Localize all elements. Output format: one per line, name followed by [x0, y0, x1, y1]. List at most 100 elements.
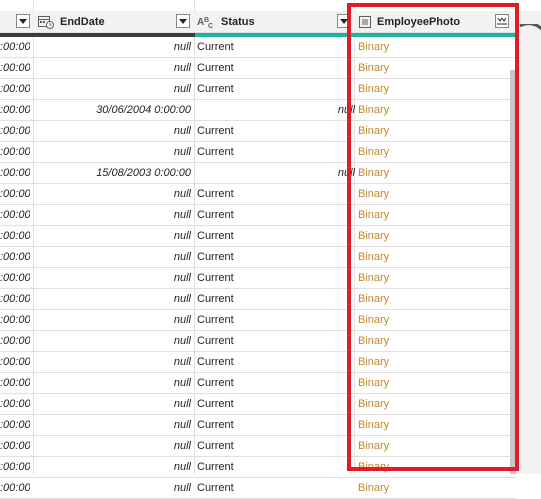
- table-row[interactable]: :00:00 null Current Binary: [0, 289, 516, 310]
- table-row[interactable]: :00:00 null Current Binary: [0, 457, 516, 478]
- table-row[interactable]: :00:00 null Current Binary: [0, 142, 516, 163]
- cell-employee-photo[interactable]: Binary: [355, 310, 512, 330]
- table-row[interactable]: :00:00 null Current Binary: [0, 121, 516, 142]
- cell-status[interactable]: Current: [195, 205, 351, 225]
- cell-status[interactable]: Current: [195, 79, 351, 99]
- cell-end-date[interactable]: null: [34, 247, 191, 267]
- cell-status[interactable]: Current: [195, 121, 351, 141]
- column-header-time[interactable]: [0, 11, 34, 33]
- cell-time[interactable]: :00:00: [0, 436, 30, 456]
- table-row[interactable]: :00:00 null Current Binary: [0, 310, 516, 331]
- cell-end-date[interactable]: null: [34, 436, 191, 456]
- cell-status[interactable]: Current: [195, 373, 351, 393]
- table-row[interactable]: :00:00 null Current Binary: [0, 331, 516, 352]
- cell-status[interactable]: Current: [195, 58, 351, 78]
- table-row[interactable]: :00:00 null Current Binary: [0, 205, 516, 226]
- cell-employee-photo[interactable]: Binary: [355, 394, 512, 414]
- expand-column-button[interactable]: [495, 14, 509, 28]
- table-row[interactable]: :00:00 null Current Binary: [0, 58, 516, 79]
- cell-time[interactable]: :00:00: [0, 205, 30, 225]
- cell-employee-photo[interactable]: Binary: [355, 478, 512, 498]
- cell-status[interactable]: Current: [195, 142, 351, 162]
- cell-end-date[interactable]: null: [34, 394, 191, 414]
- column-filter-dropdown[interactable]: [176, 14, 190, 28]
- cell-employee-photo[interactable]: Binary: [355, 226, 512, 246]
- cell-employee-photo[interactable]: Binary: [355, 373, 512, 393]
- column-header-status[interactable]: A B C Status: [195, 11, 355, 33]
- cell-time[interactable]: :00:00: [0, 37, 30, 57]
- table-row[interactable]: :00:00 null Current Binary: [0, 226, 516, 247]
- table-row[interactable]: :00:00 null Current Binary: [0, 352, 516, 373]
- table-row[interactable]: :00:00 null Current Binary: [0, 247, 516, 268]
- cell-time[interactable]: :00:00: [0, 79, 30, 99]
- cell-employee-photo[interactable]: Binary: [355, 331, 512, 351]
- table-row[interactable]: :00:00 null Current Binary: [0, 268, 516, 289]
- cell-time[interactable]: :00:00: [0, 331, 30, 351]
- cell-time[interactable]: :00:00: [0, 373, 30, 393]
- table-row[interactable]: :00:00 30/06/2004 0:00:00 null Binary: [0, 100, 516, 121]
- table-row[interactable]: :00:00 null Current Binary: [0, 37, 516, 58]
- cell-status[interactable]: Current: [195, 394, 351, 414]
- column-filter-dropdown[interactable]: [16, 14, 30, 28]
- cell-status[interactable]: Current: [195, 226, 351, 246]
- cell-end-date[interactable]: null: [34, 226, 191, 246]
- cell-end-date[interactable]: null: [34, 289, 191, 309]
- cell-employee-photo[interactable]: Binary: [355, 205, 512, 225]
- cell-time[interactable]: :00:00: [0, 310, 30, 330]
- cell-employee-photo[interactable]: Binary: [355, 79, 512, 99]
- cell-end-date[interactable]: null: [34, 478, 191, 498]
- cell-time[interactable]: :00:00: [0, 289, 30, 309]
- cell-status[interactable]: Current: [195, 457, 351, 477]
- cell-end-date[interactable]: null: [34, 58, 191, 78]
- cell-end-date[interactable]: null: [34, 310, 191, 330]
- cell-status[interactable]: Current: [195, 415, 351, 435]
- cell-status[interactable]: Current: [195, 478, 351, 498]
- cell-status[interactable]: Current: [195, 268, 351, 288]
- cell-end-date[interactable]: null: [34, 142, 191, 162]
- cell-employee-photo[interactable]: Binary: [355, 163, 512, 183]
- cell-end-date[interactable]: null: [34, 415, 191, 435]
- table-row[interactable]: :00:00 null Current Binary: [0, 415, 516, 436]
- cell-employee-photo[interactable]: Binary: [355, 247, 512, 267]
- column-header-employee-photo[interactable]: EmployeePhoto: [355, 11, 516, 33]
- cell-status[interactable]: Current: [195, 184, 351, 204]
- cell-time[interactable]: :00:00: [0, 394, 30, 414]
- cell-time[interactable]: :00:00: [0, 58, 30, 78]
- cell-end-date[interactable]: null: [34, 79, 191, 99]
- cell-employee-photo[interactable]: Binary: [355, 352, 512, 372]
- cell-end-date[interactable]: null: [34, 331, 191, 351]
- table-row[interactable]: :00:00 null Current Binary: [0, 79, 516, 100]
- cell-employee-photo[interactable]: Binary: [355, 289, 512, 309]
- cell-time[interactable]: :00:00: [0, 163, 30, 183]
- cell-time[interactable]: :00:00: [0, 352, 30, 372]
- cell-employee-photo[interactable]: Binary: [355, 142, 512, 162]
- cell-status[interactable]: Current: [195, 289, 351, 309]
- vertical-scrollbar[interactable]: [516, 11, 541, 474]
- table-row[interactable]: :00:00 null Current Binary: [0, 436, 516, 457]
- cell-time[interactable]: :00:00: [0, 457, 30, 477]
- table-row[interactable]: :00:00 15/08/2003 0:00:00 null Binary: [0, 163, 516, 184]
- cell-employee-photo[interactable]: Binary: [355, 436, 512, 456]
- cell-status[interactable]: Current: [195, 331, 351, 351]
- cell-end-date[interactable]: null: [34, 457, 191, 477]
- table-row[interactable]: :00:00 null Current Binary: [0, 394, 516, 415]
- cell-time[interactable]: :00:00: [0, 100, 30, 120]
- cell-time[interactable]: :00:00: [0, 226, 30, 246]
- cell-status[interactable]: Current: [195, 37, 351, 57]
- table-row[interactable]: :00:00 null Current Binary: [0, 373, 516, 394]
- cell-employee-photo[interactable]: Binary: [355, 184, 512, 204]
- cell-status[interactable]: null: [195, 163, 355, 183]
- cell-end-date[interactable]: null: [34, 205, 191, 225]
- cell-end-date[interactable]: null: [34, 37, 191, 57]
- cell-status[interactable]: Current: [195, 352, 351, 372]
- cell-time[interactable]: :00:00: [0, 478, 30, 498]
- cell-end-date[interactable]: null: [34, 184, 191, 204]
- cell-time[interactable]: :00:00: [0, 121, 30, 141]
- cell-end-date[interactable]: 15/08/2003 0:00:00: [34, 163, 191, 183]
- cell-employee-photo[interactable]: Binary: [355, 121, 512, 141]
- cell-end-date[interactable]: null: [34, 352, 191, 372]
- cell-employee-photo[interactable]: Binary: [355, 457, 512, 477]
- cell-time[interactable]: :00:00: [0, 268, 30, 288]
- cell-end-date[interactable]: null: [34, 268, 191, 288]
- cell-status[interactable]: Current: [195, 436, 351, 456]
